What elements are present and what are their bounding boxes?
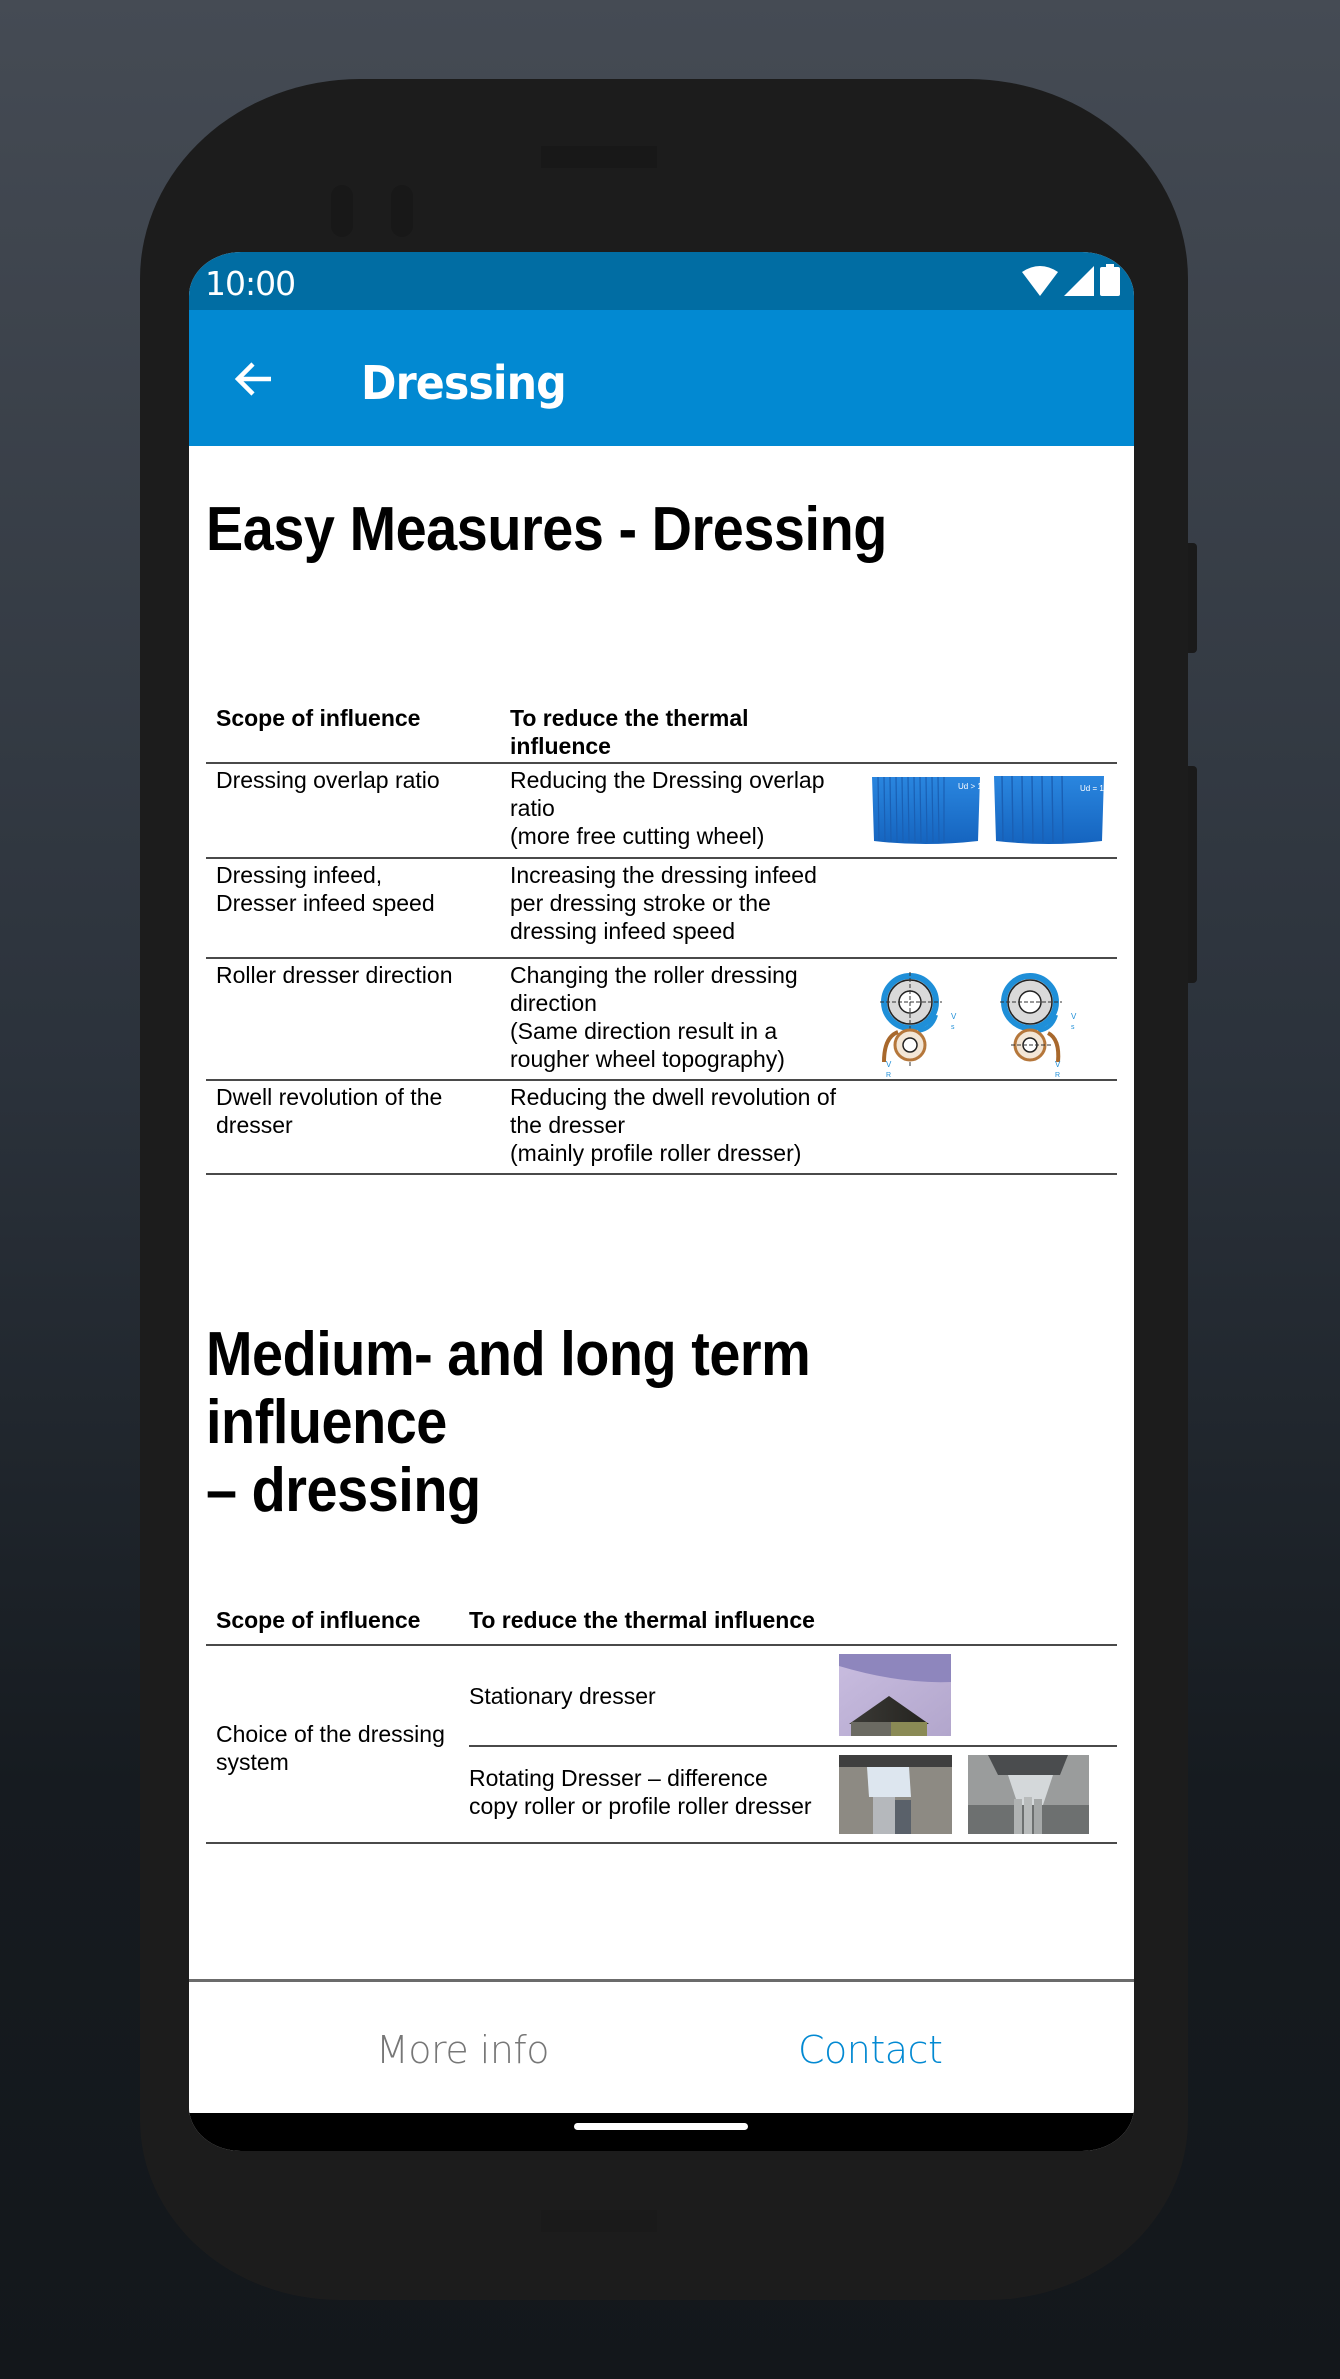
table-header-scope: Scope of influence	[216, 705, 421, 731]
table-cell-measure: Rotating Dresser – difference copy rolle…	[469, 1764, 812, 1820]
earpiece-speaker	[541, 146, 657, 168]
text-line: Dwell revolution of the	[216, 1084, 443, 1110]
image-label: Ud = 1	[1080, 784, 1104, 793]
table-cell-scope: Dressing overlap ratio	[216, 767, 440, 793]
table-cell-measure: Changing the roller dressing direction (…	[510, 961, 798, 1073]
table-divider	[206, 857, 1117, 859]
image-label: V	[1071, 1012, 1077, 1021]
text-line: (more free cutting wheel)	[510, 823, 765, 849]
system-navigation-bar	[189, 2113, 1134, 2151]
image-label: Ud > 1	[958, 782, 982, 791]
bottom-action-bar: More info Contact	[189, 1979, 1134, 2113]
text-line: per dressing stroke or the	[510, 890, 771, 916]
bottom-speaker	[541, 2210, 657, 2232]
table-divider	[206, 957, 1117, 959]
table-cell-measure: Stationary dresser	[469, 1683, 656, 1709]
title-line: Medium- and long term influence	[206, 1320, 811, 1457]
copy-roller-photo	[839, 1755, 952, 1834]
phone-screen: 10:00 Dressing Easy Measures - Dressing …	[189, 252, 1134, 2151]
text-line: dresser	[216, 1112, 293, 1138]
table-cell-scope: Roller dresser direction	[216, 962, 453, 988]
medium-long-term-table: Scope of influence To reduce the thermal…	[206, 1596, 1117, 1846]
arrow-left-icon	[234, 362, 271, 396]
power-button[interactable]	[1188, 766, 1197, 983]
stationary-dresser-photo	[839, 1654, 951, 1736]
table-divider	[206, 762, 1117, 764]
home-gesture-handle[interactable]	[574, 2123, 748, 2130]
overlap-ratio-image-2: Ud = 1	[994, 775, 1104, 844]
text-line: Changing the roller dressing	[510, 962, 798, 988]
text-line: Rotating Dresser – difference	[469, 1765, 768, 1791]
text-line: Reducing the dwell revolution of	[510, 1084, 837, 1110]
text-line: dressing infeed speed	[510, 918, 736, 944]
overlap-ratio-image-1: Ud > 1	[872, 776, 982, 844]
table-divider	[469, 1745, 1117, 1747]
text-line: Choice of the dressing	[216, 1721, 445, 1747]
profile-roller-photo	[968, 1755, 1089, 1834]
easy-measures-table: Scope of influence To reduce the thermal…	[206, 696, 1117, 1176]
back-button[interactable]	[229, 354, 279, 404]
table-header-scope: Scope of influence	[216, 1607, 421, 1633]
text-line: (Same direction result in a	[510, 1018, 778, 1044]
content-scroll[interactable]: Easy Measures - Dressing Scope of influe…	[189, 446, 1134, 1979]
table-cell-measure: Increasing the dressing infeed per dress…	[510, 861, 817, 945]
text-line: rougher wheel topography)	[510, 1046, 785, 1072]
text-line: Increasing the dressing infeed	[510, 862, 817, 888]
table-header-measure: To reduce the thermal influence	[510, 705, 749, 759]
image-label: s	[1071, 1024, 1075, 1031]
app-bar: Dressing	[189, 310, 1134, 446]
section-title-medium-long-term: Medium- and long term influence – dressi…	[206, 1321, 1052, 1525]
image-label: V	[1055, 1060, 1061, 1069]
more-info-button[interactable]: More info	[376, 2028, 550, 2072]
app-bar-title: Dressing	[361, 356, 567, 410]
title-line: – dressing	[206, 1456, 481, 1525]
text-line: Dresser infeed speed	[216, 890, 435, 916]
image-label: R	[886, 1072, 891, 1079]
cell-signal-icon	[1064, 266, 1094, 296]
text-line: Reducing the Dressing overlap	[510, 767, 825, 793]
front-camera	[331, 185, 353, 237]
volume-button[interactable]	[1188, 543, 1197, 653]
status-icons	[1022, 264, 1120, 296]
text-line: system	[216, 1749, 289, 1775]
text-line: direction	[510, 990, 597, 1016]
text-line: copy roller or profile roller dresser	[469, 1793, 812, 1819]
text-line: ratio	[510, 795, 555, 821]
image-label: V	[951, 1012, 957, 1021]
battery-icon	[1100, 264, 1120, 296]
image-label: V	[886, 1060, 892, 1069]
table-divider	[206, 1644, 1117, 1646]
table-cell-scope: Dressing infeed, Dresser infeed speed	[216, 861, 435, 917]
image-label: R	[1055, 1072, 1060, 1079]
table-cell-measure: Reducing the dwell revolution of the dre…	[510, 1083, 836, 1167]
status-time: 10:00	[205, 264, 296, 303]
contact-button[interactable]: Contact	[798, 2028, 943, 2072]
image-label: s	[951, 1024, 955, 1031]
section-title-easy-measures: Easy Measures - Dressing	[206, 495, 887, 564]
table-divider	[206, 1079, 1117, 1081]
table-header-measure: To reduce the thermal influence	[469, 1607, 815, 1633]
text-line: Dressing infeed,	[216, 862, 383, 888]
roller-direction-image-1: V s V R	[880, 972, 957, 1079]
table-cell-scope: Dwell revolution of the dresser	[216, 1083, 442, 1139]
status-bar: 10:00	[189, 252, 1134, 310]
roller-direction-image-2: V s V R	[1000, 973, 1077, 1079]
table-divider	[206, 1173, 1117, 1175]
wifi-icon	[1022, 266, 1058, 296]
front-sensor	[391, 185, 413, 237]
table-divider	[206, 1842, 1117, 1844]
text-line: the dresser	[510, 1112, 626, 1138]
table-cell-measure: Reducing the Dressing overlap ratio (mor…	[510, 766, 825, 850]
table-cell-scope: Choice of the dressing system	[216, 1720, 445, 1776]
text-line: (mainly profile roller dresser)	[510, 1140, 802, 1166]
